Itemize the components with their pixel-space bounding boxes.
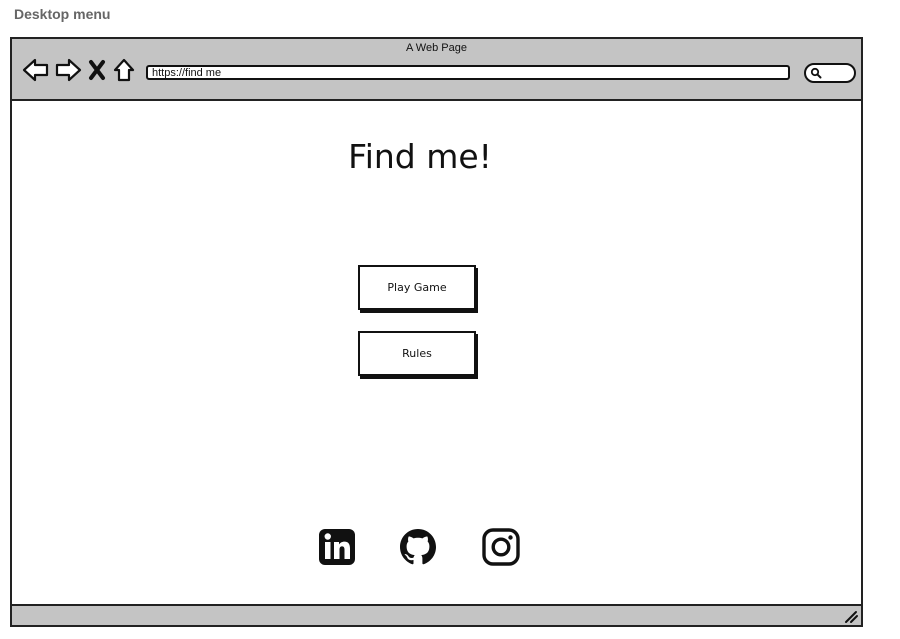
status-bar — [12, 604, 861, 625]
close-x-icon[interactable] — [86, 57, 108, 83]
browser-toolbar: A Web Page — [12, 39, 861, 101]
window-title: A Web Page — [406, 42, 467, 54]
back-arrow-icon[interactable] — [22, 57, 50, 83]
github-icon[interactable] — [398, 527, 438, 567]
browser-window: A Web Page Find me! Play Game Rules — [10, 37, 863, 627]
play-game-button[interactable]: Play Game — [358, 265, 476, 310]
forward-arrow-icon[interactable] — [54, 57, 82, 83]
instagram-icon[interactable] — [481, 527, 521, 567]
search-icon — [810, 67, 822, 79]
search-button[interactable] — [804, 63, 856, 83]
url-input[interactable] — [146, 65, 790, 80]
resize-handle-icon[interactable] — [843, 608, 859, 624]
home-icon[interactable] — [112, 57, 136, 83]
rules-button[interactable]: Rules — [358, 331, 476, 376]
page-title: Find me! — [348, 137, 492, 176]
wireframe-caption: Desktop menu — [14, 6, 111, 22]
linkedin-icon[interactable] — [317, 527, 357, 567]
